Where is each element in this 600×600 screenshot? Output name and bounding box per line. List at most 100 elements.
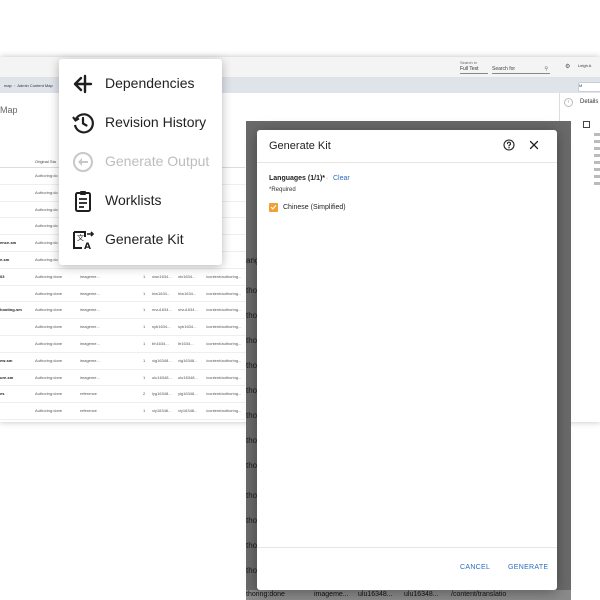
table-cell: hiw1634...	[152, 290, 171, 296]
details-line	[594, 147, 600, 150]
overlay-cell-text: tho	[246, 361, 258, 370]
search-input[interactable]: Search for ⚲	[492, 66, 550, 74]
bottom-row-cell: imageme...	[314, 591, 349, 598]
table-cell: 1	[143, 290, 146, 296]
worklist-clipboard-icon	[75, 191, 91, 212]
table-cell: imageme...	[80, 290, 100, 296]
svg-text:文: 文	[77, 233, 84, 242]
menu-item-generate-output[interactable]: Generate Output	[59, 144, 222, 180]
language-checkbox[interactable]	[269, 203, 278, 212]
bottom-row-cell: /content/translatio	[451, 591, 507, 598]
settings-icon[interactable]: ⚙	[565, 63, 570, 70]
table-row[interactable]: 03 Authoring:done imageme... 1 own1634... xtx…	[0, 269, 245, 286]
details-line	[594, 154, 600, 157]
generate-button[interactable]: GENERATE	[508, 564, 548, 571]
toolbar-button[interactable]: M	[578, 82, 600, 92]
table-cell: lyg16348...	[152, 391, 172, 397]
arrow-left-branch-icon	[73, 74, 93, 94]
details-line	[594, 168, 600, 171]
table-cell: /content/authoring...	[206, 357, 242, 363]
table-cell: e-sm	[0, 256, 10, 262]
table-cell: 1	[143, 408, 146, 414]
table-cell: ew-sm	[0, 357, 13, 363]
table-row[interactable]: Authoring:doneimageme...1eye16348...eye1…	[0, 420, 245, 422]
table-cell: ulu16348...	[178, 374, 198, 380]
menu-item-label: Dependencies	[105, 75, 195, 91]
overlay-bottom-row: thoring:done imageme... ulu16348... ulu1…	[246, 590, 571, 600]
table-cell: Authoring:do	[35, 256, 58, 262]
breadcrumb-separator: ›	[12, 83, 17, 88]
table-cell: xig16348...	[178, 357, 198, 363]
table-cell: reference	[80, 391, 97, 397]
table-cell: /content/authoring...	[206, 307, 242, 313]
overlay-cell-text: tho	[246, 541, 258, 550]
close-icon[interactable]	[528, 139, 540, 151]
table-cell: Authoring:done	[35, 391, 63, 397]
table-cell: Authoring:done	[35, 273, 63, 279]
details-line	[594, 140, 600, 143]
details-checkbox[interactable]	[583, 121, 590, 128]
table-cell: ure-sm	[0, 374, 14, 380]
clear-link[interactable]: Clear	[333, 175, 350, 182]
menu-item-worklists[interactable]: Worklists	[59, 183, 222, 219]
table-cell: bh1634...	[152, 340, 169, 346]
overlay-cell-text: tho	[246, 566, 258, 575]
overlay-cell-text: tho	[246, 461, 258, 470]
table-row[interactable]: ure-sm Authoring:done imageme... 1 ulu16348.…	[0, 370, 245, 387]
table-cell: ulu16348...	[152, 374, 172, 380]
search-placeholder: Search for	[492, 66, 516, 72]
table-cell: Authoring:done	[35, 324, 63, 330]
table-cell: 1	[143, 307, 146, 313]
overlay-cell-text: tho	[246, 311, 258, 320]
table-cell: imageme...	[80, 324, 100, 330]
table-row[interactable]: Authoring:done imageme... 1 hiw1634... hiw16…	[0, 286, 245, 303]
overlay-cell-text: tho	[246, 336, 258, 345]
languages-heading: Languages (1/1)*	[269, 175, 326, 182]
details-title: Details	[580, 99, 599, 105]
table-row[interactable]: Authoring:done imageme... 1 bh1634... ltr163…	[0, 336, 245, 353]
menu-item-label: Worklists	[105, 192, 162, 208]
bottom-row-cell: thoring:done	[246, 591, 285, 598]
table-cell: mvu1634...	[178, 307, 198, 313]
table-cell: reference	[80, 408, 97, 414]
column-header[interactable]: Original Sta	[35, 159, 56, 164]
search-icon[interactable]: ⚲	[544, 66, 548, 72]
page-title: Map	[0, 105, 18, 115]
collapse-panel-icon[interactable]: ‹	[564, 98, 573, 107]
overlay-cell-text: tho	[246, 411, 258, 420]
history-clock-icon	[72, 113, 94, 134]
table-cell: xiy16348...	[152, 408, 172, 414]
table-row[interactable]: es Authoring:done reference 2 lyg16348... ylg…	[0, 386, 245, 404]
menu-item-revision-history[interactable]: Revision History	[59, 105, 222, 141]
table-cell: 1	[143, 324, 146, 330]
breadcrumb-item[interactable]: Admin Content Map	[17, 83, 52, 88]
menu-item-dependencies[interactable]: Dependencies	[59, 66, 222, 102]
table-row[interactable]: hooting-sm Authoring:done imageme... 1 mvu16…	[0, 302, 245, 320]
table-cell: hooting-sm	[0, 307, 22, 313]
table-cell: syb1634...	[152, 324, 171, 330]
help-icon[interactable]	[503, 139, 515, 151]
table-cell: 1	[143, 374, 146, 380]
table-cell: imageme...	[80, 374, 100, 380]
table-cell: /content/authoring...	[206, 324, 242, 330]
translate-kit-icon: 文 A	[73, 231, 95, 252]
table-cell: /content/authoring...	[206, 273, 242, 279]
details-line	[594, 161, 600, 164]
table-row[interactable]: ew-sm Authoring:done imageme... 1 xig16348..…	[0, 353, 245, 370]
cancel-button[interactable]: CANCEL	[460, 564, 490, 571]
check-icon	[270, 204, 277, 210]
table-row[interactable]: Authoring:done reference 1 xiy16348... xiy16…	[0, 403, 245, 420]
table-cell: Authoring:do	[35, 189, 58, 195]
search-scope-select[interactable]: Full Text	[460, 66, 488, 74]
table-cell: own1634...	[152, 273, 172, 279]
menu-item-generate-kit[interactable]: 文 A Generate Kit	[59, 222, 222, 258]
user-name[interactable]: Leigh A	[578, 63, 591, 68]
table-cell: 1	[143, 340, 146, 346]
language-option-label[interactable]: Chinese (Simplified)	[283, 204, 346, 211]
table-cell: /content/authoring...	[206, 290, 242, 296]
table-row[interactable]: Authoring:done imageme... 1 syb1634... syb16…	[0, 319, 245, 336]
table-cell: Authoring:do	[35, 173, 58, 178]
table-cell: Authoring:done	[35, 408, 63, 414]
table-cell: imageme...	[80, 307, 100, 313]
breadcrumb-item[interactable]: map	[4, 83, 12, 88]
